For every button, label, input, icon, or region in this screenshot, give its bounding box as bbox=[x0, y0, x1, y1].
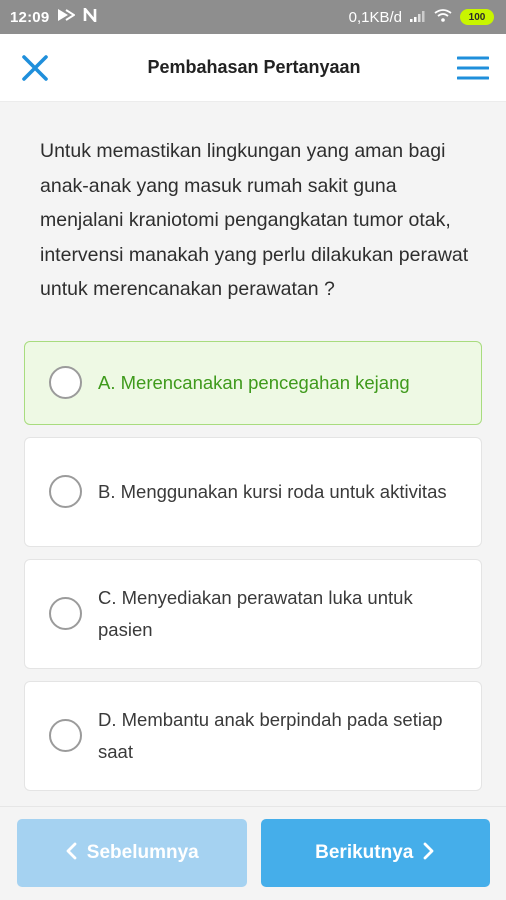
question-text: Untuk memastikan lingkungan yang aman ba… bbox=[40, 140, 469, 300]
answer-option-c[interactable]: C. Menyediakan perawatan luka untuk pasi… bbox=[24, 558, 482, 669]
option-label: B. Menggunakan kursi roda untuk aktivita… bbox=[98, 480, 447, 502]
footer-navigation: Sebelumnya Berikutnya bbox=[0, 806, 506, 900]
answer-option-d[interactable]: D. Membantu anak berpindah pada setiap s… bbox=[24, 680, 482, 791]
option-label: A. Merencanakan pencegahan kejang bbox=[98, 371, 410, 393]
next-button[interactable]: Berikutnya bbox=[260, 819, 490, 887]
status-bar: 12:09 0,1KB/d 100 bbox=[0, 0, 506, 34]
hamburger-menu-icon[interactable] bbox=[456, 51, 490, 85]
battery-indicator: 100 bbox=[460, 9, 494, 25]
signal-icon bbox=[410, 9, 426, 26]
chevron-left-icon bbox=[65, 842, 77, 864]
chevron-right-icon bbox=[423, 842, 435, 864]
answer-option-b[interactable]: B. Menggunakan kursi roda untuk aktivita… bbox=[24, 436, 482, 547]
status-right: 0,1KB/d 100 bbox=[349, 9, 494, 26]
network-speed: 0,1KB/d bbox=[348, 8, 402, 26]
radio-circle-icon[interactable] bbox=[49, 366, 82, 399]
status-left: 12:09 bbox=[10, 5, 97, 26]
wifi-icon bbox=[434, 8, 452, 26]
radio-circle-icon[interactable] bbox=[49, 475, 82, 508]
play-store-icon bbox=[57, 8, 77, 26]
previous-button[interactable]: Sebelumnya bbox=[17, 819, 247, 887]
page-title: Pembahasan Pertanyaan bbox=[147, 57, 361, 77]
status-time: 12:09 bbox=[10, 8, 50, 26]
question-content: Untuk memastikan lingkungan yang aman ba… bbox=[0, 102, 506, 803]
option-label: D. Membantu anak berpindah pada setiap s… bbox=[98, 708, 443, 762]
previous-label: Sebelumnya bbox=[86, 842, 199, 863]
app-header: Pembahasan Pertanyaan bbox=[0, 34, 506, 102]
option-label: C. Menyediakan perawatan luka untuk pasi… bbox=[98, 586, 413, 640]
next-label: Berikutnya bbox=[315, 842, 414, 863]
answer-options: A. Merencanakan pencegahan kejang B. Men… bbox=[24, 340, 482, 791]
close-icon[interactable] bbox=[18, 51, 52, 85]
radio-circle-icon[interactable] bbox=[49, 597, 82, 630]
answer-option-a[interactable]: A. Merencanakan pencegahan kejang bbox=[24, 340, 482, 425]
radio-circle-icon[interactable] bbox=[49, 719, 82, 752]
n-notification-icon bbox=[83, 5, 97, 26]
